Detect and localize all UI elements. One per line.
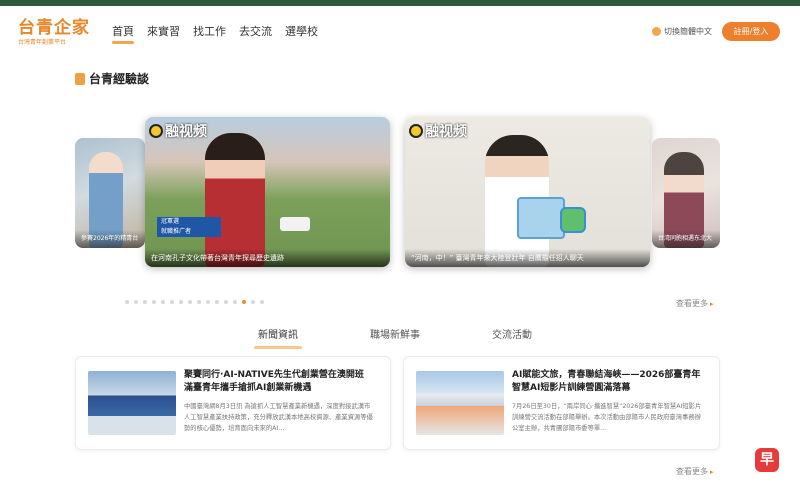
carousel-dot[interactable] xyxy=(134,300,138,304)
news-tabs: 新聞資訊 職場新鮮事 交流活動 xyxy=(254,329,558,349)
main-nav: 首頁 來實習 找工作 去交流 選學校 xyxy=(112,24,318,44)
news-thumbnail xyxy=(416,371,504,435)
mascot-icon xyxy=(409,124,423,138)
nav-home[interactable]: 首頁 xyxy=(112,24,134,44)
nav-exchange[interactable]: 去交流 xyxy=(239,24,272,40)
book-icon xyxy=(75,72,85,85)
mascot-icon xyxy=(149,124,163,138)
nav-jobs[interactable]: 找工作 xyxy=(193,24,226,40)
carousel-dot[interactable] xyxy=(224,300,228,304)
language-label: 切換簡體中文 xyxy=(664,27,712,36)
carousel-slide[interactable]: 參賽2026年的精青台 xyxy=(75,138,145,248)
tab-news[interactable]: 新聞資訊 xyxy=(254,329,302,349)
carousel-dot[interactable] xyxy=(197,300,201,304)
news-summary: 7月26日至30日，“兩岸同心·攜進智慧”2026部臺青年智慧AI短影片訓練營交… xyxy=(512,403,702,432)
carousel-dot[interactable] xyxy=(179,300,183,304)
slide-caption: 參賽2026年的精青台 xyxy=(75,230,145,248)
carousel-dot[interactable] xyxy=(260,300,264,304)
news-card[interactable]: 聚賽同行·AI-NATIVE先生代創業營在澳開班 滿臺青年攜手搶抓AI創業新機遇… xyxy=(75,356,391,450)
carousel-slide[interactable]: 台湾同胞相遇东北大 xyxy=(652,138,720,248)
name-tag-role: 就職推广者 xyxy=(161,228,192,235)
section-header: 台青經驗談 xyxy=(75,70,149,87)
language-icon xyxy=(652,27,661,36)
carousel-dot[interactable] xyxy=(233,300,237,304)
carousel-dot[interactable] xyxy=(206,300,210,304)
view-more-label: 查看更多 xyxy=(676,467,708,476)
logo-text: 台青企家 xyxy=(18,18,90,38)
carousel-dots xyxy=(125,300,264,304)
slide-person xyxy=(205,133,265,267)
site-header: 台青企家 台灣青年創業平台 首頁 來實習 找工作 去交流 選學校 切換簡體中文 … xyxy=(0,6,800,56)
news-card[interactable]: AI賦能文旅，青春聯結海峽——2026部臺青年智慧AI短影片訓練營圓滿落幕 7月… xyxy=(403,356,720,450)
name-tag-name: 冠軍選 xyxy=(161,218,180,225)
news-title[interactable]: AI賦能文旅，青春聯結海峽——2026部臺青年智慧AI短影片訓練營圓滿落幕 xyxy=(512,369,702,395)
slide-caption: 在河南孔子文化帶著台灣青年探尋歷史遺跡 xyxy=(145,249,390,267)
carousel-dot[interactable] xyxy=(152,300,156,304)
video-carousel: 參賽2026年的精青台 冠軍選 就職推广者 融视频 在河南孔子文化帶著台灣青年探… xyxy=(0,114,800,274)
arrow-right-icon: ▸ xyxy=(710,299,714,308)
news-summary: 中國臺灣網8月3日訊 為搶抓人工智慧產業新機遇，深度對接武漢市人工智慧產業扶持政… xyxy=(184,403,373,432)
brand-label: 融视频 xyxy=(425,124,467,140)
tab-exchange[interactable]: 交流活動 xyxy=(492,329,532,343)
carousel-dot[interactable] xyxy=(143,300,147,304)
view-more-link[interactable]: 查看更多 ▸ xyxy=(676,466,714,477)
slide-caption: “河南，中！” 臺灣青年來大陸登壯年 自薦擔任招人聊天 xyxy=(405,249,650,267)
view-more-link[interactable]: 查看更多 ▸ xyxy=(676,298,714,309)
news-thumbnail xyxy=(88,371,176,435)
site-logo[interactable]: 台青企家 台灣青年創業平台 xyxy=(18,18,94,52)
brand-label: 融视频 xyxy=(165,124,207,140)
brand-tag: 融视频 xyxy=(149,121,207,141)
section-title: 台青經驗談 xyxy=(89,72,150,86)
carousel-dot[interactable] xyxy=(251,300,255,304)
name-tag: 冠軍選 就職推广者 xyxy=(157,217,221,237)
arrow-right-icon: ▸ xyxy=(710,467,714,476)
carousel-dot[interactable] xyxy=(125,300,129,304)
carousel-dot[interactable] xyxy=(215,300,219,304)
carousel-dot[interactable] xyxy=(188,300,192,304)
zaobao-badge[interactable]: 早 xyxy=(755,448,779,472)
tab-workplace[interactable]: 職場新鮮事 xyxy=(370,329,420,343)
nav-internship[interactable]: 來實習 xyxy=(147,24,180,40)
view-more-label: 查看更多 xyxy=(676,299,708,308)
nav-schools[interactable]: 選學校 xyxy=(285,24,318,40)
carousel-slide[interactable]: 冠軍選 就職推广者 融视频 在河南孔子文化帶著台灣青年探尋歷史遺跡 xyxy=(145,117,390,267)
carousel-dot[interactable] xyxy=(161,300,165,304)
language-switch[interactable]: 切換簡體中文 xyxy=(652,26,712,37)
sign-prop xyxy=(560,207,586,233)
carousel-slide[interactable]: 融视频 “河南，中！” 臺灣青年來大陸登壯年 自薦擔任招人聊天 xyxy=(405,117,650,267)
brand-tag: 融视频 xyxy=(409,121,467,141)
login-button[interactable]: 註冊/登入 xyxy=(722,22,780,41)
logo-subtitle: 台灣青年創業平台 xyxy=(18,39,67,46)
book-prop xyxy=(517,197,565,239)
microphone xyxy=(280,217,310,231)
news-title[interactable]: 聚賽同行·AI-NATIVE先生代創業營在澳開班 滿臺青年攜手搶抓AI創業新機遇 xyxy=(184,369,374,395)
slide-caption: 台湾同胞相遇东北大 xyxy=(652,230,720,248)
carousel-dot[interactable] xyxy=(170,300,174,304)
carousel-dot[interactable] xyxy=(242,300,246,304)
